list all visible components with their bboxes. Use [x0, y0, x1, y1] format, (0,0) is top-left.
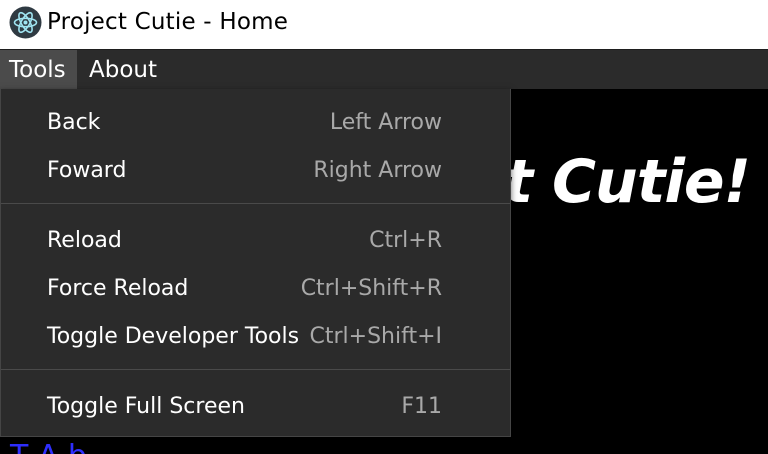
menu-item-accelerator: F11 — [401, 393, 442, 419]
menu-item-accelerator: Ctrl+R — [369, 227, 442, 253]
menu-item-label: Foward — [47, 157, 127, 183]
menu-item-toggle-full-screen[interactable]: Toggle Full Screen F11 — [1, 382, 510, 430]
menu-item-reload[interactable]: Reload Ctrl+R — [1, 216, 510, 264]
menu-item-label: Back — [47, 109, 101, 135]
title-bar: Project Cutie - Home — [0, 0, 768, 49]
menu-item-label: Toggle Developer Tools — [47, 323, 300, 349]
menu-item-label: Force Reload — [47, 275, 189, 301]
menu-item-label: Reload — [47, 227, 122, 253]
tools-dropdown-menu: Back Left Arrow Foward Right Arrow Reloa… — [0, 89, 511, 437]
menu-item-force-reload[interactable]: Force Reload Ctrl+Shift+R — [1, 264, 510, 312]
menu-separator — [1, 369, 510, 370]
menu-item-toggle-developer-tools[interactable]: Toggle Developer Tools Ctrl+Shift+I — [1, 312, 510, 360]
menu-separator — [1, 203, 510, 204]
electron-atom-icon — [9, 6, 42, 39]
menu-item-accelerator: Right Arrow — [313, 157, 442, 183]
menu-bar: Tools About — [0, 49, 768, 90]
menu-item-back[interactable]: Back Left Arrow — [1, 98, 510, 146]
window-title: Project Cutie - Home — [47, 9, 289, 35]
page-link[interactable]: T A b — [10, 439, 87, 454]
menu-item-accelerator: Ctrl+Shift+I — [309, 323, 442, 349]
menu-item-label: Toggle Full Screen — [47, 393, 245, 419]
menu-tools[interactable]: Tools — [0, 50, 77, 90]
menu-item-accelerator: Left Arrow — [329, 109, 442, 135]
menu-item-accelerator: Ctrl+Shift+R — [300, 275, 442, 301]
menu-about[interactable]: About — [77, 50, 165, 90]
menu-item-forward[interactable]: Foward Right Arrow — [1, 146, 510, 194]
